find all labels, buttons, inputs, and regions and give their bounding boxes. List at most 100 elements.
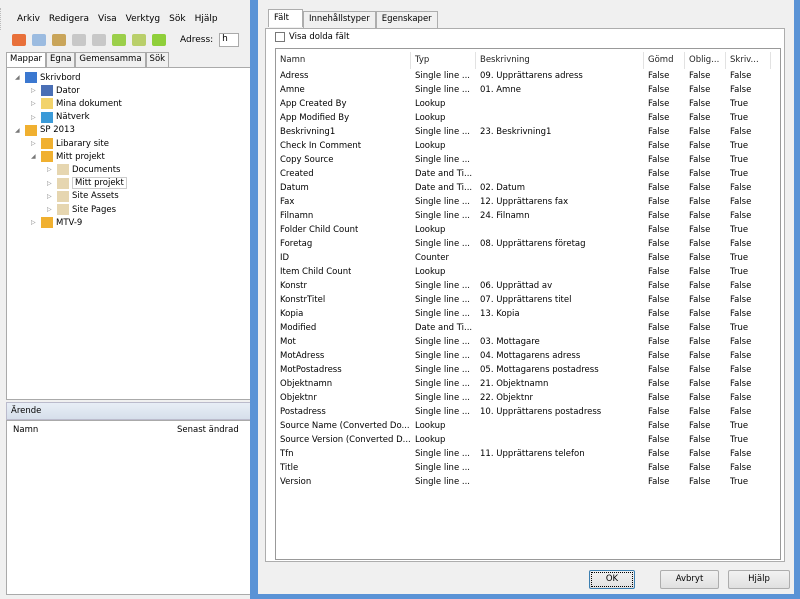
copy-icon[interactable] (32, 34, 46, 46)
back-icon[interactable] (72, 34, 86, 46)
collapse-icon[interactable]: ◢ (15, 127, 22, 134)
menu-hjalp[interactable]: Hjälp (195, 14, 218, 24)
table-row[interactable]: App Modified By Lookup False False True (276, 112, 776, 126)
column-header-skrivskyddad[interactable]: Skriv... (726, 52, 771, 69)
forward-icon[interactable] (92, 34, 106, 46)
table-row[interactable]: Check In Comment Lookup False False True (276, 140, 776, 154)
table-row[interactable]: Kopia Single line ... 13. Kopia False False F… (276, 308, 776, 322)
table-row[interactable]: Modified Date and Ti... False False True (276, 322, 776, 336)
tree-item[interactable]: ▷ Mina dokument (31, 97, 122, 110)
cell-namn: App Created By (280, 99, 347, 109)
table-row[interactable]: App Created By Lookup False False True (276, 98, 776, 112)
tab-falt[interactable]: Fält (268, 9, 303, 27)
cell-namn: App Modified By (280, 113, 350, 123)
column-header-gomd[interactable]: Gömd (644, 52, 685, 69)
tree-item[interactable]: ▷ Nätverk (31, 111, 90, 124)
collapse-icon[interactable]: ◢ (15, 74, 22, 81)
tab-egenskaper[interactable]: Egenskaper (375, 11, 438, 28)
fields-list[interactable]: Namn Typ Beskrivning Gömd Oblig... Skriv… (275, 48, 781, 560)
table-row[interactable]: Fax Single line ... 12. Upprättarens fax Fa… (276, 196, 776, 210)
expand-icon[interactable]: ▷ (31, 114, 38, 121)
tab-sok[interactable]: Sök (145, 52, 170, 67)
tree-item[interactable]: ▷ Site Pages (47, 203, 116, 216)
column-header-obligatorisk[interactable]: Oblig... (685, 52, 726, 69)
table-row[interactable]: MotPostadress Single line ... 05. Mottagar… (276, 364, 776, 378)
folder-tree[interactable]: ◢ Skrivbord ▷ Dator ▷ Mina dokument ▷ Nätverk ◢ S… (6, 67, 252, 400)
tab-egna[interactable]: Egna (46, 52, 76, 67)
table-row[interactable]: Amne Single line ... 01. Ämne False False Fal… (276, 84, 776, 98)
expand-icon[interactable]: ▷ (31, 140, 38, 147)
cell-namn: MotPostadress (280, 365, 342, 375)
table-row[interactable]: Objektnr Single line ... 22. Objektnr False… (276, 392, 776, 406)
expand-icon[interactable]: ▷ (31, 87, 38, 94)
refresh-folder-icon[interactable] (132, 34, 146, 46)
tab-gemensamma[interactable]: Gemensamma (75, 52, 146, 67)
table-row[interactable]: Created Date and Ti... False False True (276, 168, 776, 182)
tab-mappar[interactable]: Mappar (6, 52, 47, 68)
up-folder-icon[interactable] (112, 34, 126, 46)
menu-verktyg[interactable]: Verktyg (126, 14, 160, 24)
tab-innehallstyper[interactable]: Innehållstyper (303, 11, 376, 28)
table-row[interactable]: Title Single line ... False False False (276, 462, 776, 476)
toolbar: Adress: h (4, 30, 252, 50)
table-row[interactable]: Version Single line ... False False True (276, 476, 776, 490)
table-row[interactable]: Foretag Single line ... 08. Upprättarens f… (276, 238, 776, 252)
column-header-namn[interactable]: Namn (13, 425, 38, 435)
table-row[interactable]: Konstr Single line ... 06. Upprättad av Fal… (276, 280, 776, 294)
cancel-button[interactable]: Avbryt (660, 570, 719, 589)
table-row[interactable]: MotAdress Single line ... 04. Mottagarens … (276, 350, 776, 364)
table-row[interactable]: Adress Single line ... 09. Upprättarens ad… (276, 70, 776, 84)
column-header-typ[interactable]: Typ (411, 52, 476, 69)
table-row[interactable]: Tfn Single line ... 11. Upprättarens telef… (276, 448, 776, 462)
tree-item[interactable]: ▷ Libarary site (31, 137, 109, 150)
menu-arkiv[interactable]: Arkiv (17, 14, 40, 24)
column-header-senast-andrad[interactable]: Senast ändrad (177, 425, 239, 435)
show-hidden-checkbox[interactable] (275, 32, 285, 42)
show-hidden-label[interactable]: Visa dolda fält (289, 32, 350, 42)
column-header-namn[interactable]: Namn (276, 52, 411, 69)
table-row[interactable]: Filnamn Single line ... 24. Filnamn False Fa… (276, 210, 776, 224)
tree-item[interactable]: ▷ Dator (31, 84, 80, 97)
tree-item[interactable]: ◢ Mitt projekt (31, 150, 105, 163)
table-row[interactable]: Datum Date and Ti... 02. Datum False False Fa… (276, 182, 776, 196)
cell-skrivskyddad: False (730, 309, 752, 319)
table-row[interactable]: KonstrTitel Single line ... 07. Upprättare… (276, 294, 776, 308)
expand-icon[interactable]: ▷ (47, 166, 54, 173)
expand-icon[interactable]: ▷ (31, 100, 38, 107)
expand-icon[interactable]: ▷ (31, 219, 38, 226)
table-row[interactable]: ID Counter False False True (276, 252, 776, 266)
table-row[interactable]: Copy Source Single line ... False False True (276, 154, 776, 168)
tree-item[interactable]: ◢ Skrivbord (15, 71, 81, 84)
table-row[interactable]: Folder Child Count Lookup False False True (276, 224, 776, 238)
table-row[interactable]: Postadress Single line ... 10. Upprättaren… (276, 406, 776, 420)
tree-item[interactable]: ▷ Site Assets (47, 190, 119, 203)
address-input[interactable]: h (219, 33, 240, 47)
help-button[interactable]: Hjälp (728, 570, 790, 589)
table-row[interactable]: Source Name (Converted Do... Lookup False F… (276, 420, 776, 434)
cell-typ: Date and Ti... (415, 323, 473, 333)
expand-icon[interactable]: ▷ (47, 193, 54, 200)
collapse-icon[interactable]: ◢ (31, 153, 38, 160)
column-header-beskrivning[interactable]: Beskrivning (476, 52, 644, 69)
table-row[interactable]: Item Child Count Lookup False False True (276, 266, 776, 280)
documents-folder-icon (41, 98, 53, 110)
expand-icon[interactable]: ▷ (47, 180, 54, 187)
tree-item[interactable]: ▷ Mitt projekt (47, 177, 127, 190)
table-row[interactable]: Beskrivning1 Single line ... 23. Beskrivni… (276, 126, 776, 140)
menu-sok[interactable]: Sök (169, 14, 185, 24)
new-folder-icon[interactable] (152, 34, 166, 46)
tree-item[interactable]: ▷ MTV-9 (31, 216, 82, 229)
cut-icon[interactable] (12, 34, 26, 46)
table-row[interactable]: Mot Single line ... 03. Mottagare False Fals… (276, 336, 776, 350)
menu-redigera[interactable]: Redigera (49, 14, 89, 24)
menu-visa[interactable]: Visa (98, 14, 117, 24)
arende-list[interactable]: Namn Senast ändrad (6, 420, 252, 595)
table-row[interactable]: Source Version (Converted D... Lookup Fals… (276, 434, 776, 448)
tree-item[interactable]: ◢ SP 2013 (15, 124, 75, 137)
cell-obligatorisk: False (689, 211, 711, 221)
table-row[interactable]: Objektnamn Single line ... 21. Objektnamn F… (276, 378, 776, 392)
tree-item[interactable]: ▷ Documents (47, 163, 120, 176)
paste-icon[interactable] (52, 34, 66, 46)
ok-button[interactable]: OK (589, 570, 635, 589)
expand-icon[interactable]: ▷ (47, 206, 54, 213)
